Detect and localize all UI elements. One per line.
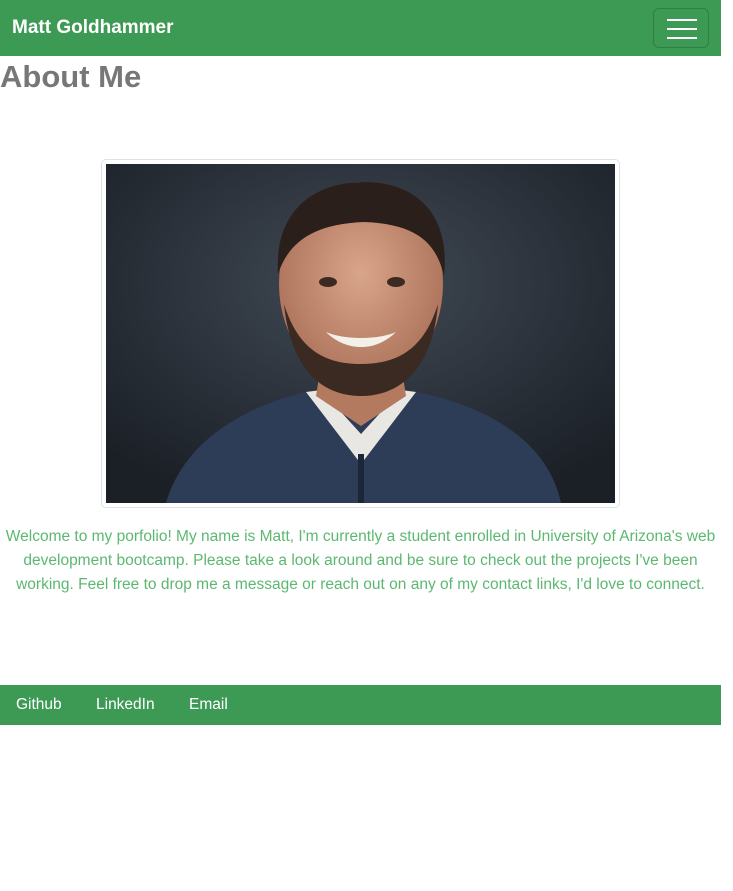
navbar: Matt Goldhammer <box>0 0 721 56</box>
profile-photo <box>106 164 615 503</box>
email-link[interactable]: Email <box>189 695 228 715</box>
linkedin-link[interactable]: LinkedIn <box>96 695 155 715</box>
page-title: About Me <box>0 59 142 94</box>
github-link[interactable]: Github <box>16 695 62 715</box>
brand-link[interactable]: Matt Goldhammer <box>12 17 174 39</box>
profile-photo-frame <box>101 159 620 508</box>
footer: Github LinkedIn Email <box>0 685 721 725</box>
page: Matt Goldhammer About Me Welcome to my p… <box>0 0 721 725</box>
intro-text: Welcome to my porfolio! My name is Matt,… <box>5 528 716 593</box>
hamburger-menu-icon <box>667 19 697 39</box>
navbar-toggle-button[interactable] <box>653 8 709 48</box>
